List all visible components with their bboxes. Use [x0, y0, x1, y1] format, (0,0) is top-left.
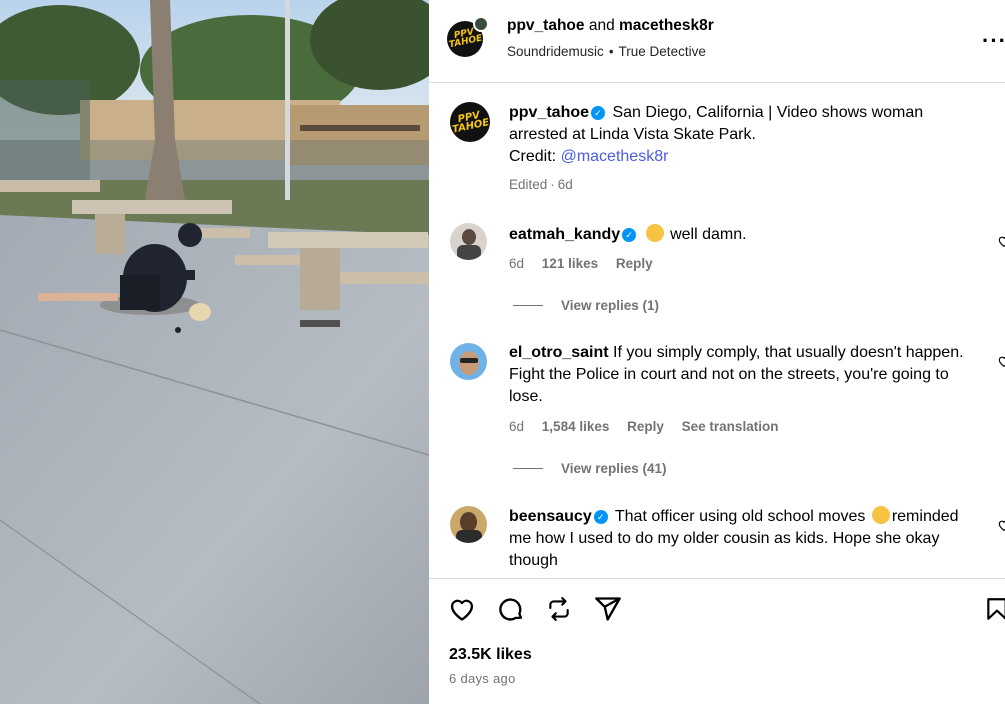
heart-icon[interactable] — [448, 595, 476, 623]
see-translation-button[interactable]: See translation — [682, 419, 779, 434]
comment-like-heart-icon[interactable] — [997, 354, 1005, 368]
comment-text: el_otro_saint If you simply comply, that… — [509, 342, 979, 408]
view-replies-label: View replies (1) — [561, 298, 660, 313]
comment-body: well damn. — [670, 226, 747, 243]
comment-icon[interactable] — [497, 595, 525, 623]
commenter-avatar[interactable] — [450, 223, 487, 260]
audio-title[interactable]: True Detective — [619, 44, 706, 59]
collaborator-avatar[interactable] — [473, 16, 489, 32]
commenter-username[interactable]: el_otro_saint — [509, 344, 609, 361]
verified-badge-icon: ✓ — [593, 510, 608, 524]
caption-meta: Edited · 6d — [509, 177, 587, 192]
avatar-face — [459, 351, 479, 375]
bookmark-icon[interactable] — [984, 595, 1005, 623]
comment-text: eatmah_kandy ✓ well damn. — [509, 224, 979, 246]
repost-icon[interactable] — [546, 595, 572, 623]
commenter-username[interactable]: eatmah_kandy — [509, 226, 620, 243]
reply-button[interactable]: Reply — [616, 256, 653, 271]
authors-conjunction: and — [588, 17, 615, 34]
reply-button[interactable]: Reply — [627, 419, 664, 434]
video-frame — [0, 0, 429, 704]
verified-badge-icon: ✓ — [622, 228, 637, 242]
verified-badge-icon: ✓ — [591, 106, 606, 120]
post-header: PPV TAHOE ppv_tahoe and macethesk8r Soun… — [429, 0, 1005, 83]
view-replies-button[interactable]: View replies (1) — [513, 298, 659, 313]
like-count[interactable]: 23.5K likes — [449, 646, 532, 664]
commenter-avatar[interactable] — [450, 343, 487, 380]
comment-likes[interactable]: 121 likes — [542, 256, 598, 271]
caption-text: ppv_tahoe ✓ San Diego, California | Video… — [509, 102, 979, 168]
share-icon[interactable] — [594, 595, 622, 623]
comment-meta: 6d 121 likes Reply — [509, 256, 667, 271]
audio-artist[interactable]: Soundridemusic — [507, 44, 604, 59]
post-authors: ppv_tahoe and macethesk8r — [507, 17, 714, 35]
view-replies-button[interactable]: View replies (41) — [513, 461, 667, 476]
avatar-logo-text: PPV TAHOE — [451, 109, 490, 135]
post-media[interactable] — [0, 0, 429, 704]
edited-label: Edited — [509, 177, 548, 192]
more-horizontal-icon: ··· — [982, 28, 1005, 53]
more-options-button[interactable]: ··· — [982, 28, 1005, 54]
post-audio[interactable]: Soundridemusic • True Detective — [507, 44, 706, 59]
comment-likes[interactable]: 1,584 likes — [542, 419, 610, 434]
commenter-avatar[interactable] — [450, 506, 487, 543]
comment-body-start: That officer using old school moves — [614, 508, 866, 525]
separator-dot: • — [608, 44, 614, 59]
avatar-face — [460, 512, 477, 532]
post-date[interactable]: 6 days ago — [449, 671, 516, 686]
replies-line — [513, 468, 543, 469]
avatar-body — [456, 530, 482, 543]
avatar-face — [462, 229, 476, 245]
replies-line — [513, 305, 543, 306]
caption-avatar[interactable]: PPV TAHOE — [450, 102, 490, 142]
post-panel: PPV TAHOE ppv_tahoe and macethesk8r Soun… — [429, 0, 1005, 704]
comment-time[interactable]: 6d — [509, 256, 524, 271]
comment-like-heart-icon[interactable] — [997, 234, 1005, 248]
caption-username[interactable]: ppv_tahoe — [509, 104, 589, 121]
author-username[interactable]: ppv_tahoe — [507, 17, 585, 34]
caption-time[interactable]: 6d — [558, 177, 573, 192]
comment-time[interactable]: 6d — [509, 419, 524, 434]
collaborator-username[interactable]: macethesk8r — [619, 17, 714, 34]
comment-text: beensaucy ✓ That officer using old school… — [509, 506, 979, 572]
separator-dot: · — [550, 177, 555, 192]
comment-meta: 6d 1,584 likes Reply See translation — [509, 419, 792, 434]
comments-section: PPV TAHOE ppv_tahoe ✓ San Diego, Californ… — [429, 84, 1005, 577]
avatar-glasses — [460, 358, 478, 363]
post-actions: 23.5K likes 6 days ago — [429, 578, 1005, 704]
pleading-face-emoji-icon — [645, 224, 664, 242]
view-replies-label: View replies (41) — [561, 461, 667, 476]
comment-like-heart-icon[interactable] — [997, 518, 1005, 532]
commenter-username[interactable]: beensaucy — [509, 508, 592, 525]
credit-link[interactable]: @macethesk8r — [561, 148, 669, 165]
credit-label: Credit: — [509, 148, 557, 165]
avatar-body — [457, 245, 481, 260]
laughing-face-emoji-icon — [871, 506, 890, 524]
